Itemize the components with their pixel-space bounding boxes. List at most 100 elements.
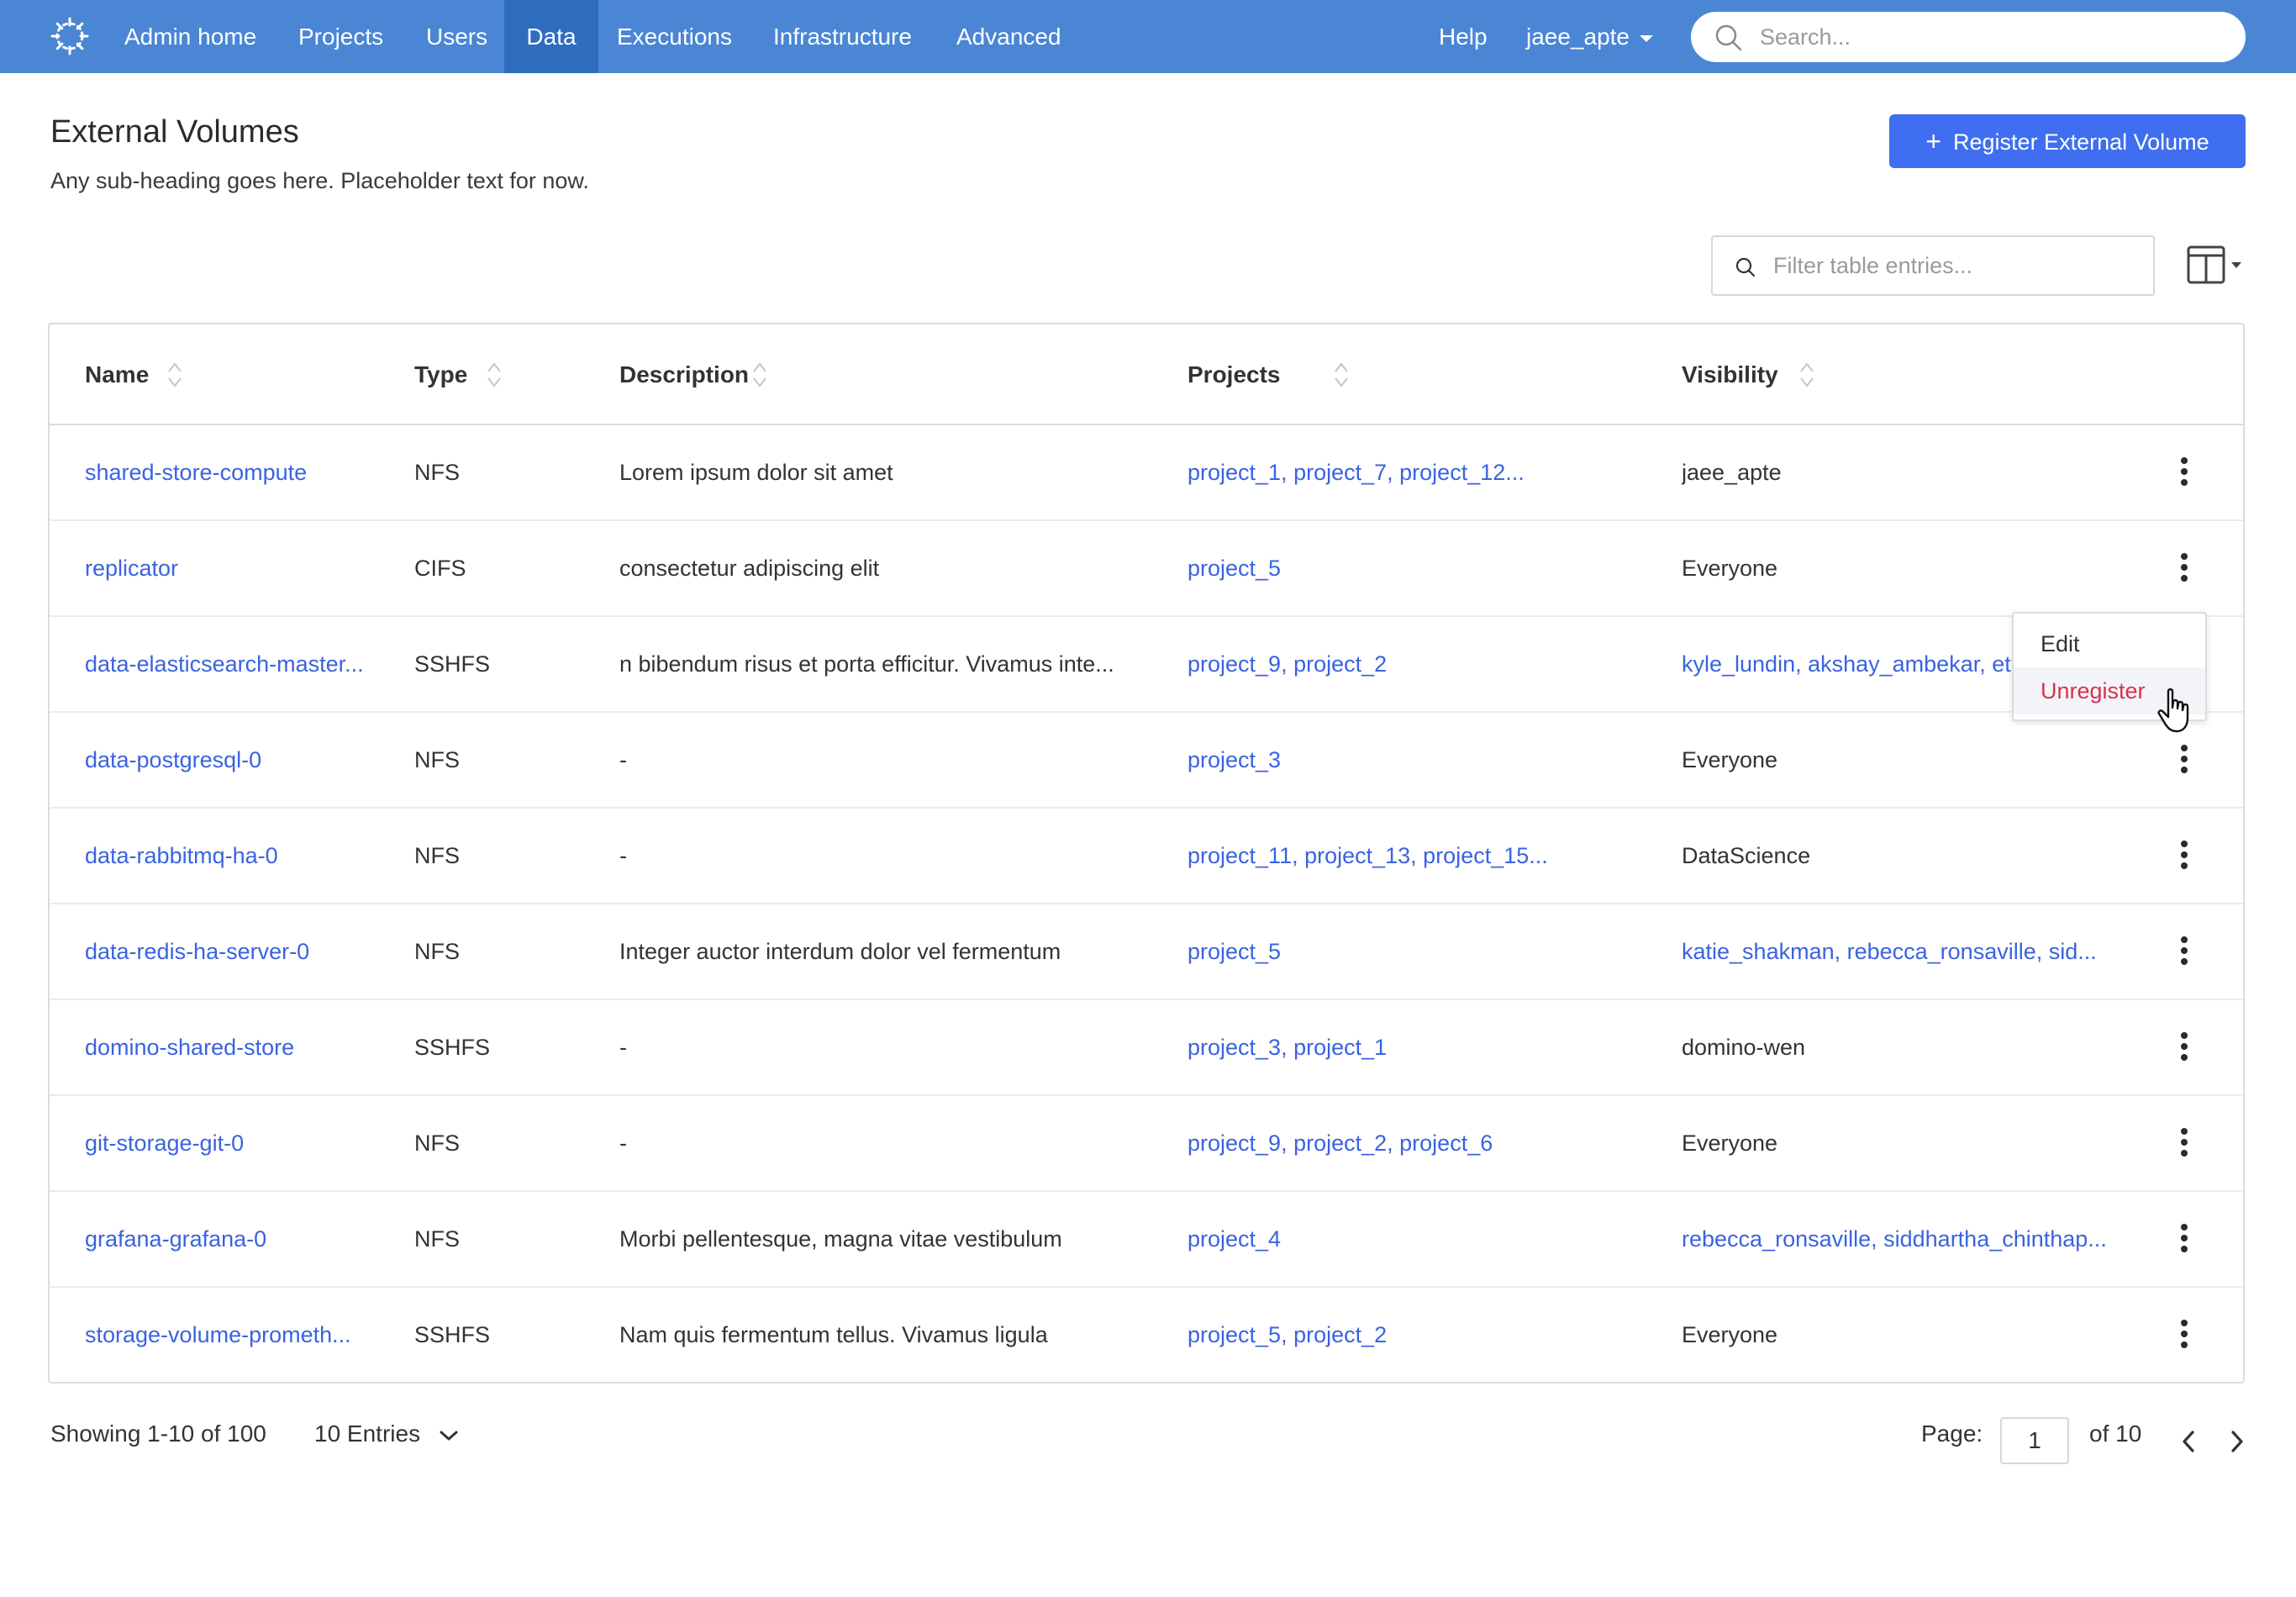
nav-item-advanced[interactable]: Advanced: [936, 0, 1082, 73]
sort-icon[interactable]: [752, 360, 767, 390]
volume-name-link[interactable]: data-rabbitmq-ha-0: [85, 809, 396, 903]
volume-type: NFS: [414, 1131, 460, 1156]
volume-name-link[interactable]: domino-shared-store: [85, 1000, 396, 1094]
column-header-type[interactable]: Type: [414, 324, 467, 425]
volume-name-link[interactable]: data-redis-ha-server-0: [85, 904, 396, 999]
row-actions-kebab-icon[interactable]: [2174, 745, 2194, 775]
table-row: domino-shared-store SSHFS - project_3, p…: [50, 1000, 2243, 1096]
volume-name-link[interactable]: shared-store-compute: [85, 425, 396, 519]
table-filter: [1711, 235, 2155, 296]
entries-per-page-select[interactable]: 10 Entries: [314, 1420, 459, 1447]
row-actions-kebab-icon[interactable]: [2174, 1224, 2194, 1254]
sort-icon[interactable]: [1799, 360, 1814, 390]
volume-name-link[interactable]: git-storage-git-0: [85, 1096, 396, 1190]
volume-description: consectetur adipiscing elit: [619, 556, 880, 581]
volume-projects-link[interactable]: project_9, project_2: [1187, 617, 1667, 711]
volume-visibility-link[interactable]: katie_shakman, rebecca_ronsaville, sid..…: [1682, 904, 2152, 999]
total-pages: of 10: [2089, 1420, 2142, 1447]
help-link[interactable]: Help: [1439, 0, 1488, 73]
volume-projects-link[interactable]: project_3: [1187, 713, 1667, 807]
table-row: replicator CIFS consectetur adipiscing e…: [50, 521, 2243, 617]
table-filter-input[interactable]: [1773, 237, 2143, 294]
row-actions-kebab-icon[interactable]: [2174, 1032, 2194, 1062]
sort-icon[interactable]: [167, 360, 182, 390]
volume-type: NFS: [414, 747, 460, 772]
volume-description: Morbi pellentesque, magna vitae vestibul…: [619, 1226, 1062, 1252]
table-row: shared-store-compute NFS Lorem ipsum dol…: [50, 425, 2243, 521]
row-actions-kebab-icon[interactable]: [2174, 457, 2194, 488]
hand-pointer-cursor-icon: [2157, 688, 2189, 733]
sort-icon[interactable]: [1334, 360, 1349, 390]
volume-description: -: [619, 1131, 627, 1156]
chevron-down-icon: [440, 1431, 458, 1441]
nav-item-admin-home[interactable]: Admin home: [104, 0, 276, 73]
volume-projects-link[interactable]: project_4: [1187, 1192, 1667, 1286]
nav-item-infrastructure[interactable]: Infrastructure: [753, 0, 932, 73]
volume-type: CIFS: [414, 556, 466, 581]
volume-type: NFS: [414, 1226, 460, 1252]
column-header-description[interactable]: Description: [619, 324, 749, 425]
chevron-right-icon[interactable]: [2224, 1427, 2249, 1456]
volume-name-link[interactable]: replicator: [85, 521, 396, 615]
volume-projects-link[interactable]: project_5, project_2: [1187, 1288, 1667, 1382]
volume-type: SSHFS: [414, 1322, 491, 1347]
table-row: data-elasticsearch-master... SSHFS n bib…: [50, 617, 2243, 713]
volume-projects-link[interactable]: project_11, project_13, project_15...: [1187, 809, 1667, 903]
table-row: data-rabbitmq-ha-0 NFS - project_11, pro…: [50, 809, 2243, 904]
volume-description: Nam quis fermentum tellus. Vivamus ligul…: [619, 1322, 1048, 1347]
chevron-left-icon[interactable]: [2177, 1427, 2202, 1456]
row-actions-kebab-icon[interactable]: [2174, 553, 2194, 583]
volume-visibility: jaee_apte: [1682, 460, 1782, 485]
table-row: data-postgresql-0 NFS - project_3 Everyo…: [50, 713, 2243, 809]
volume-visibility: Everyone: [1682, 1322, 1778, 1347]
caret-down-icon: [1640, 34, 1654, 42]
nav-item-projects[interactable]: Projects: [278, 0, 403, 73]
volume-type: NFS: [414, 939, 460, 964]
global-search-input[interactable]: [1760, 12, 2222, 62]
volume-type: NFS: [414, 843, 460, 868]
row-actions-kebab-icon[interactable]: [2174, 1320, 2194, 1350]
volume-description: Lorem ipsum dolor sit amet: [619, 460, 893, 485]
external-volumes-table: Name Type Description Projects Visibilit…: [48, 323, 2245, 1384]
showing-count: Showing 1-10 of 100: [50, 1420, 266, 1447]
search-icon: [1715, 24, 1742, 51]
row-actions-kebab-icon[interactable]: [2174, 841, 2194, 871]
domino-logo-icon[interactable]: [47, 13, 92, 59]
table-row: git-storage-git-0 NFS - project_9, proje…: [50, 1096, 2243, 1192]
user-name: jaee_apte: [1526, 24, 1630, 50]
volume-type: SSHFS: [414, 651, 491, 677]
menu-item-edit[interactable]: Edit: [2014, 620, 2205, 667]
volume-description: -: [619, 747, 627, 772]
volume-name-link[interactable]: storage-volume-prometh...: [85, 1288, 396, 1382]
table-row: data-redis-ha-server-0 NFS Integer aucto…: [50, 904, 2243, 1000]
user-menu[interactable]: jaee_apte: [1526, 0, 1654, 73]
column-header-projects[interactable]: Projects: [1187, 324, 1281, 425]
register-external-volume-button[interactable]: + Register External Volume: [1889, 114, 2246, 168]
volume-type: SSHFS: [414, 1035, 491, 1060]
volume-projects-link[interactable]: project_3, project_1: [1187, 1000, 1667, 1094]
row-actions-kebab-icon[interactable]: [2174, 936, 2194, 967]
volume-name-link[interactable]: data-postgresql-0: [85, 713, 396, 807]
column-layout-icon[interactable]: [2187, 245, 2247, 286]
volume-projects-link[interactable]: project_5: [1187, 904, 1667, 999]
sort-icon[interactable]: [487, 360, 502, 390]
nav-item-data[interactable]: Data: [504, 0, 598, 73]
volume-description: -: [619, 843, 627, 868]
volume-projects-link[interactable]: project_1, project_7, project_12...: [1187, 425, 1667, 519]
volume-description: n bibendum risus et porta efficitur. Viv…: [619, 651, 1114, 677]
column-header-visibility[interactable]: Visibility: [1682, 324, 1778, 425]
nav-item-executions[interactable]: Executions: [597, 0, 752, 73]
table-row: storage-volume-prometh... SSHFS Nam quis…: [50, 1288, 2243, 1384]
column-header-name[interactable]: Name: [85, 324, 149, 425]
volume-name-link[interactable]: grafana-grafana-0: [85, 1192, 396, 1286]
page-number-input[interactable]: [2000, 1417, 2069, 1464]
volume-visibility-link[interactable]: rebecca_ronsaville, siddhartha_chinthap.…: [1682, 1192, 2152, 1286]
search-icon: [1735, 257, 1756, 277]
volume-name-link[interactable]: data-elasticsearch-master...: [85, 617, 396, 711]
volume-visibility: domino-wen: [1682, 1035, 1806, 1060]
row-actions-kebab-icon[interactable]: [2174, 1128, 2194, 1158]
volume-projects-link[interactable]: project_5: [1187, 521, 1667, 615]
entries-per-page-value: 10 Entries: [314, 1420, 421, 1447]
volume-projects-link[interactable]: project_9, project_2, project_6: [1187, 1096, 1667, 1190]
nav-item-users[interactable]: Users: [406, 0, 508, 73]
